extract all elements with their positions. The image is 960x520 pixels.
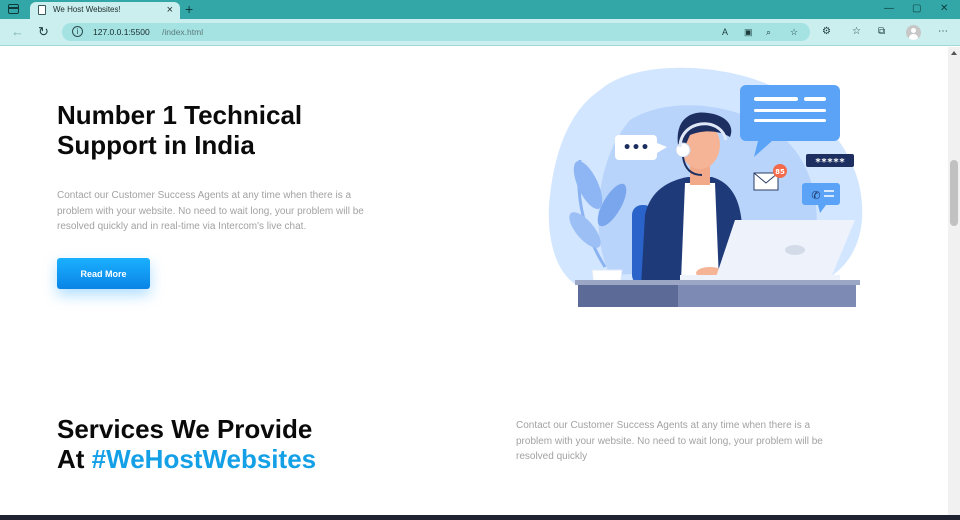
services-title-prefix: At [57,444,92,474]
immersive-reader-icon[interactable]: ▣ [744,26,753,38]
window-menu-icon[interactable] [8,4,19,14]
support-agent-illustration: ••• 85 ***** ✆ [548,67,863,307]
refresh-icon[interactable]: ↻ [38,24,49,40]
desk-panel [578,285,678,307]
typing-dots: ••• [623,140,650,156]
services-hashtag: #WeHostWebsites [91,444,317,474]
zoom-icon[interactable]: ⌕ [766,26,771,38]
browser-tab-bar: We Host Websites! × + — ▢ ✕ [0,0,960,19]
os-taskbar [0,515,960,520]
favorites-icon[interactable]: ☆ [852,25,861,39]
close-window-icon[interactable]: ✕ [940,1,948,17]
services-description: Contact our Customer Success Agents at a… [516,420,823,462]
desk-top [575,280,860,285]
new-tab-button[interactable]: + [185,0,193,18]
services-title-line1: Services We Provide [57,414,313,444]
read-more-button[interactable]: Read More [57,258,150,289]
favorite-add-icon[interactable]: ☆ [790,26,798,38]
address-bar[interactable]: i 127.0.0.1:5500 /index.html A ▣ ⌕ ☆ [62,23,810,41]
profile-avatar[interactable] [906,25,921,40]
page-scrollbar[interactable] [948,47,960,515]
back-icon[interactable]: ← [11,24,24,40]
read-aloud-icon[interactable]: A [722,26,728,38]
browser-tab[interactable]: We Host Websites! × [30,2,180,19]
collections-icon[interactable]: ⧉ [878,25,885,39]
extensions-icon[interactable]: ⚙ [822,25,831,39]
url-path: /index.html [162,27,204,37]
phone-bubble [802,183,840,205]
site-info-icon[interactable]: i [72,26,83,37]
scrollbar-thumb[interactable] [950,160,958,226]
hero-description: Contact our Customer Success Agents at a… [57,190,364,232]
services-title: Services We Provide At #WeHostWebsites [57,414,387,474]
hero-title: Number 1 Technical Support in India [57,100,303,160]
more-menu-icon[interactable]: ⋯ [938,25,948,39]
maximize-icon[interactable]: ▢ [912,1,921,17]
page-viewport: Number 1 Technical Support in India Cont… [0,47,948,515]
browser-toolbar: ← ↻ i 127.0.0.1:5500 /index.html A ▣ ⌕ ☆… [0,19,960,46]
tab-title: We Host Websites! [53,5,121,14]
password-mask: ***** [815,157,845,168]
phone-icon: ✆ [811,189,820,202]
chat-bubble [740,85,840,141]
url-host: 127.0.0.1:5500 [93,27,150,37]
notification-count: 85 [775,168,785,176]
headset-earpiece [675,142,691,158]
close-tab-icon[interactable]: × [167,3,173,17]
desk-panel [678,285,856,307]
minimize-icon[interactable]: — [884,1,894,17]
laptop-logo [785,245,805,255]
scroll-up-arrow-icon[interactable] [951,51,957,55]
page-icon [38,5,46,15]
